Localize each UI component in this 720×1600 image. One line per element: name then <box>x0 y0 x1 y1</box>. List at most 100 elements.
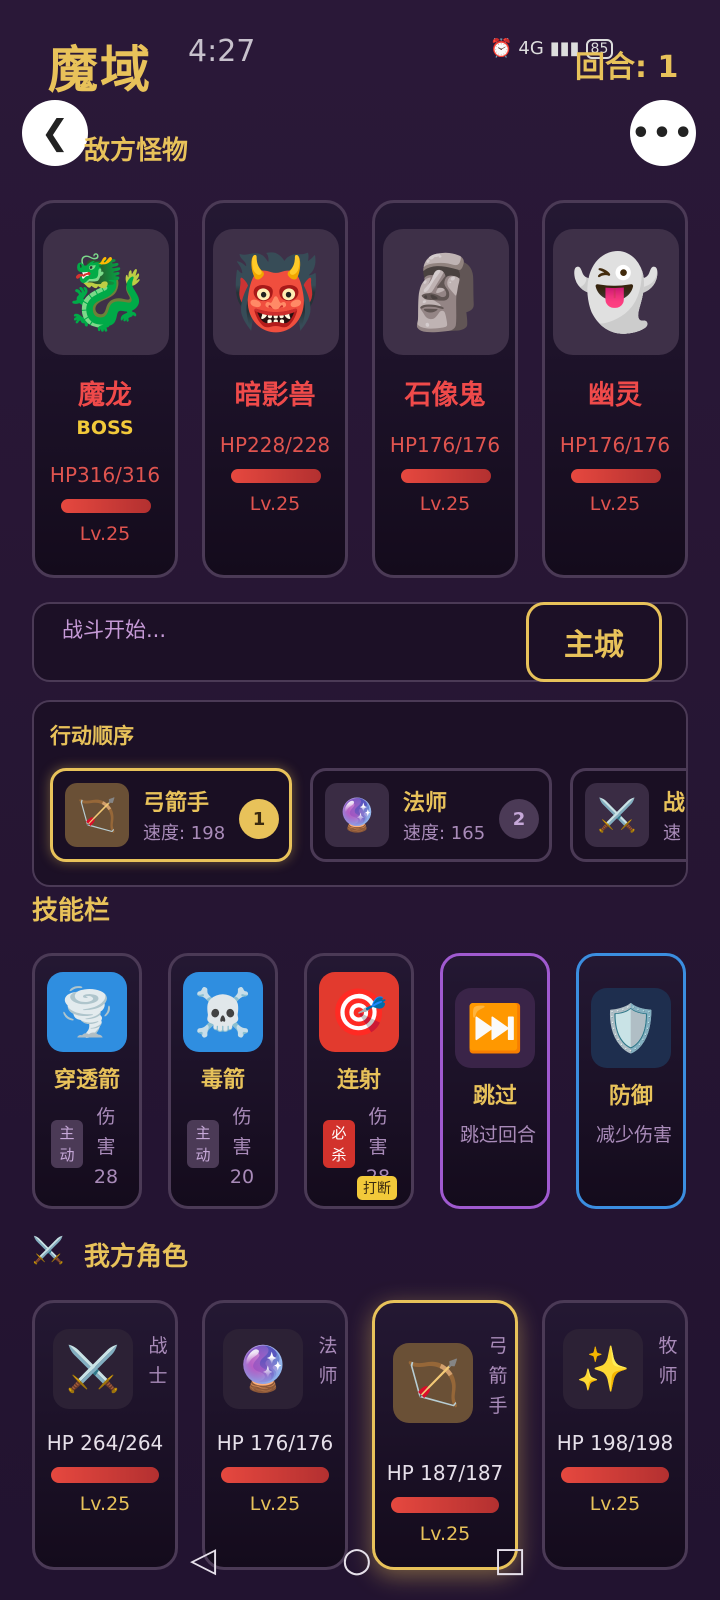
crystal-ball-icon: 🔮 <box>325 783 389 847</box>
enemy-level: Lv.25 <box>79 523 131 545</box>
enemy-name: 暗影兽 <box>234 380 316 411</box>
app-title: 魔域 <box>48 41 152 99</box>
enemy-name: 魔龙 <box>78 380 132 411</box>
enemy-hp-bar <box>571 469 661 483</box>
ally-role: 弓箭手 <box>488 1335 508 1417</box>
order-card-mage[interactable]: 🔮 法师 速度: 165 2 <box>310 768 552 862</box>
ally-card-priest[interactable]: ✨ 牧师 HP 198/198 Lv.25 <box>542 1300 688 1570</box>
defend-button[interactable]: 🛡️ 防御 减少伤害 <box>576 953 686 1209</box>
skill-tag: 主动 <box>187 1120 219 1168</box>
enemy-hp-bar <box>61 499 151 513</box>
skill-tag: 必杀 <box>323 1120 355 1168</box>
enemy-name: 石像鬼 <box>404 380 486 411</box>
more-icon: ••• <box>631 115 695 151</box>
skill-desc: 伤害20 <box>229 1106 255 1188</box>
order-speed: 速 <box>663 823 681 844</box>
chevron-left-icon: ❮ <box>40 113 70 153</box>
skull-icon: ☠️ <box>183 972 263 1052</box>
skill-card-poison-arrow[interactable]: ☠️ 毒箭 主动 伤害20 <box>168 953 278 1209</box>
skill-card-rapid-shot[interactable]: 🎯 连射 必杀 伤害28 打断 <box>304 953 414 1209</box>
swords-icon: ⚔️ <box>585 783 649 847</box>
action-order-title: 行动顺序 <box>50 724 134 748</box>
tornado-icon: 🌪️ <box>47 972 127 1052</box>
order-number: 2 <box>499 799 539 839</box>
battle-log-text: 战斗开始... <box>62 618 167 642</box>
round-counter: 回合: 1 <box>575 50 679 85</box>
ally-card-warrior[interactable]: ⚔️ 战士 HP 264/264 Lv.25 <box>32 1300 178 1570</box>
enemy-level: Lv.25 <box>249 493 301 515</box>
skill-name: 跳过 <box>472 1084 517 1109</box>
alarm-icon: ⏰ <box>490 38 513 59</box>
interrupt-badge: 打断 <box>357 1176 397 1200</box>
status-clock: 4:27 <box>188 34 256 69</box>
network-label: 4G <box>518 38 544 59</box>
swords-icon: ⚔️ <box>53 1329 133 1409</box>
skip-turn-button[interactable]: ⏭️ 跳过 跳过回合 <box>440 953 550 1209</box>
nav-back-icon[interactable]: ◁ <box>190 1540 216 1580</box>
skill-tag: 主动 <box>51 1120 83 1168</box>
ally-card-mage[interactable]: 🔮 法师 HP 176/176 Lv.25 <box>202 1300 348 1570</box>
ally-hp-bar <box>51 1467 159 1483</box>
order-speed: 速度: 198 <box>143 823 226 844</box>
order-card-archer[interactable]: 🏹 弓箭手 速度: 198 1 <box>50 768 292 862</box>
demon-icon: 👹 <box>213 229 339 355</box>
enemy-hp: HP176/176 <box>389 433 501 457</box>
skill-desc: 减少伤害 <box>595 1124 672 1146</box>
ally-hp: HP 187/187 <box>386 1461 504 1485</box>
ally-level: Lv.25 <box>249 1493 301 1515</box>
enemy-level: Lv.25 <box>589 493 641 515</box>
ally-level: Lv.25 <box>79 1493 131 1515</box>
crystal-ball-icon: 🔮 <box>223 1329 303 1409</box>
ally-hp: HP 176/176 <box>216 1431 334 1455</box>
back-button[interactable]: ❮ <box>22 100 88 166</box>
order-name: 战 <box>663 791 686 816</box>
main-city-button[interactable]: 主城 <box>526 602 662 682</box>
enemies-section-title: 敌方怪物 <box>84 136 189 166</box>
skill-name: 连射 <box>336 1068 381 1093</box>
skill-desc: 伤害28 <box>93 1106 119 1188</box>
ally-level: Lv.25 <box>589 1493 641 1515</box>
enemy-hp-bar <box>401 469 491 483</box>
enemy-hp: HP228/228 <box>219 433 331 457</box>
enemy-card[interactable]: 👻 幽灵 HP176/176 Lv.25 <box>542 200 688 578</box>
shield-icon: 🛡️ <box>591 988 671 1068</box>
order-number: 1 <box>239 799 279 839</box>
target-icon: 🎯 <box>319 972 399 1052</box>
skill-desc: 跳过回合 <box>459 1124 536 1146</box>
ally-role: 法师 <box>318 1335 338 1387</box>
enemy-name: 幽灵 <box>588 380 642 411</box>
enemy-card[interactable]: 🗿 石像鬼 HP176/176 Lv.25 <box>372 200 518 578</box>
ghost-icon: 👻 <box>553 229 679 355</box>
moai-icon: 🗿 <box>383 229 509 355</box>
enemy-hp: HP316/316 <box>49 463 161 487</box>
allies-section-title: 我方角色 <box>84 1242 189 1272</box>
skills-section-title: 技能栏 <box>32 896 111 926</box>
skill-name: 穿透箭 <box>53 1068 120 1093</box>
more-button[interactable]: ••• <box>630 100 696 166</box>
enemy-card[interactable]: 👹 暗影兽 HP228/228 Lv.25 <box>202 200 348 578</box>
enemy-card[interactable]: 🐉 魔龙 BOSS HP316/316 Lv.25 <box>32 200 178 578</box>
ally-card-archer[interactable]: 🏹 弓箭手 HP 187/187 Lv.25 <box>372 1300 518 1570</box>
ally-hp: HP 198/198 <box>556 1431 674 1455</box>
skill-card-piercing-arrow[interactable]: 🌪️ 穿透箭 主动 伤害28 <box>32 953 142 1209</box>
skip-icon: ⏭️ <box>455 988 535 1068</box>
bow-icon: 🏹 <box>393 1343 473 1423</box>
action-order-panel: 行动顺序 🏹 弓箭手 速度: 198 1 🔮 法师 速度: 165 2 ⚔️ 战… <box>32 700 688 887</box>
nav-home-icon[interactable]: ○ <box>342 1540 372 1580</box>
order-speed: 速度: 165 <box>403 823 486 844</box>
skill-name: 防御 <box>608 1084 653 1109</box>
order-name: 弓箭手 <box>143 791 210 816</box>
nav-recents-icon[interactable]: □ <box>494 1540 526 1580</box>
order-name: 法师 <box>403 791 448 816</box>
ally-hp-bar <box>221 1467 329 1483</box>
enemy-hp: HP176/176 <box>559 433 671 457</box>
enemy-level: Lv.25 <box>419 493 471 515</box>
swords-icon: ⚔️ <box>32 1236 65 1266</box>
dragon-icon: 🐉 <box>43 229 169 355</box>
bow-icon: 🏹 <box>65 783 129 847</box>
skill-name: 毒箭 <box>200 1068 245 1093</box>
ally-hp: HP 264/264 <box>46 1431 164 1455</box>
ally-hp-bar <box>561 1467 669 1483</box>
order-card-warrior[interactable]: ⚔️ 战 速 <box>570 768 686 862</box>
ally-role: 牧师 <box>658 1335 678 1387</box>
